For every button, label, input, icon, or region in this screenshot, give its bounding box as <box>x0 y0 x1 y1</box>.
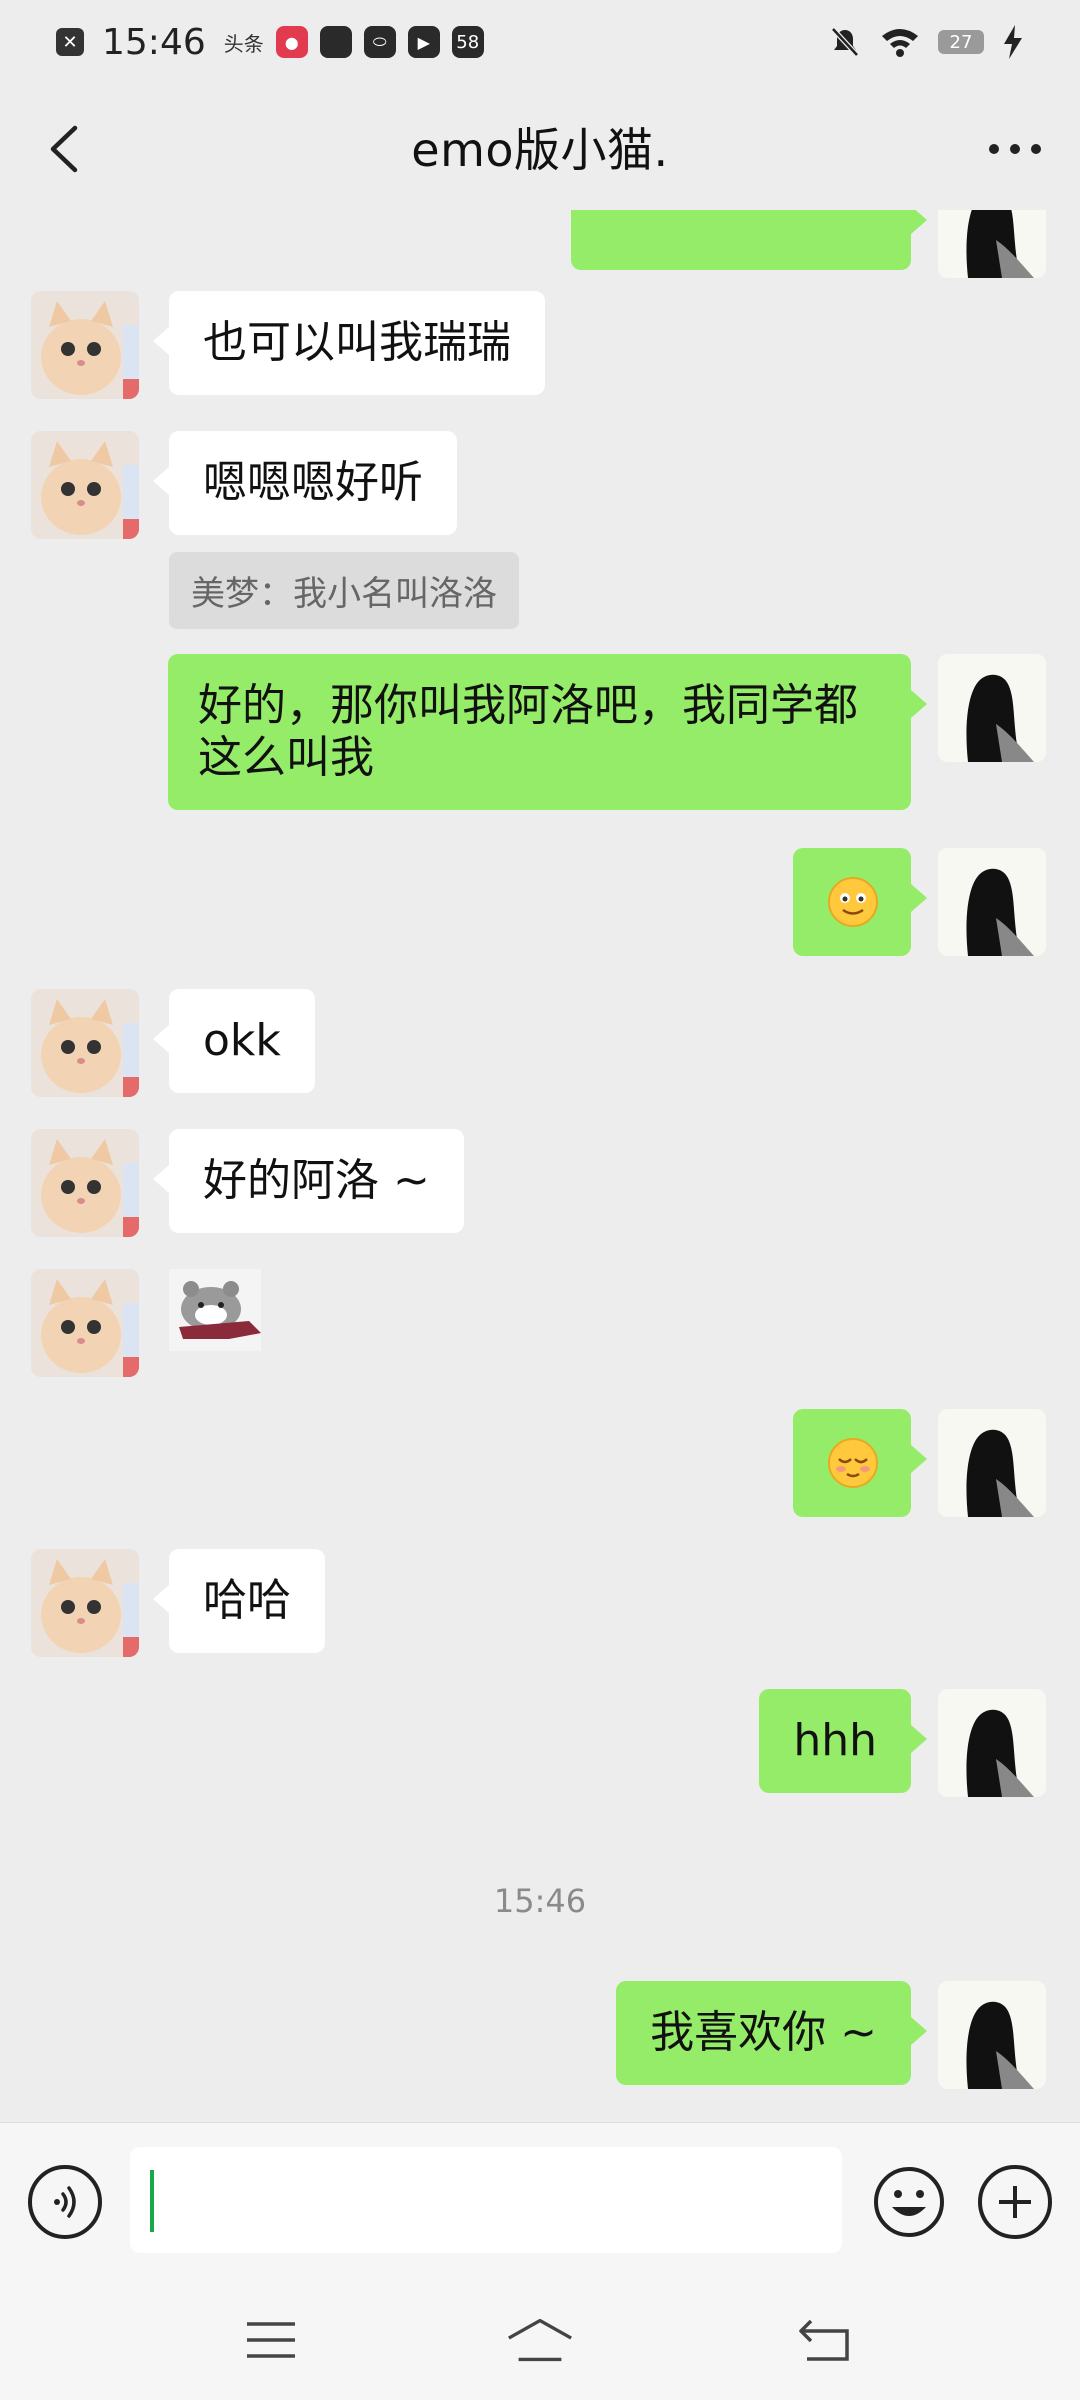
x-icon: ✕ <box>56 28 84 56</box>
smiley-icon <box>874 2167 944 2237</box>
girl-silhouette-icon <box>938 1981 1046 2089</box>
message-bubble-incoming[interactable]: 哈哈 <box>153 1549 325 1653</box>
square-icon <box>319 26 352 58</box>
cat-avatar-icon <box>31 1549 139 1657</box>
recent-apps-button[interactable] <box>236 2310 306 2370</box>
emoji-button[interactable] <box>872 2165 946 2239</box>
message-bubble-incoming[interactable]: 嗯嗯嗯好听 <box>153 431 457 535</box>
self-avatar[interactable] <box>938 210 1046 278</box>
input-bar <box>0 2122 1080 2281</box>
voice-icon <box>54 2186 76 2218</box>
chevron-left-icon <box>50 125 78 173</box>
girl-silhouette-icon <box>938 1409 1046 1517</box>
contact-avatar[interactable] <box>31 291 139 399</box>
girl-silhouette-icon <box>938 848 1046 956</box>
girl-silhouette-icon <box>938 210 1046 278</box>
message-bubble-outgoing[interactable]: 我喜欢你 ~ <box>616 1981 927 2085</box>
message-text-line: 这么叫我 <box>198 732 374 783</box>
girl-silhouette-icon <box>938 654 1046 762</box>
plus-icon <box>999 2186 1031 2218</box>
wifi-icon <box>882 29 918 57</box>
self-avatar[interactable] <box>938 1689 1046 1797</box>
system-nav-bar <box>0 2280 1080 2400</box>
cat-avatar-icon <box>31 989 139 1097</box>
hamster-sticker-icon <box>169 1269 261 1351</box>
cat-avatar-icon <box>31 1129 139 1237</box>
toutiao-icon: 头条 <box>223 31 264 56</box>
message-bubble-incoming[interactable]: okk <box>153 989 315 1093</box>
more-dots-icon <box>989 144 1041 154</box>
play-icon: ▶ <box>407 26 440 58</box>
contact-avatar[interactable] <box>31 1129 139 1237</box>
cat-avatar-icon <box>31 1269 139 1377</box>
more-options-button[interactable] <box>980 114 1050 184</box>
cat-avatar-icon <box>31 431 139 539</box>
chat-title: emo版小猫. <box>411 123 669 177</box>
message-input[interactable] <box>130 2147 842 2253</box>
message-bubble-outgoing[interactable]: hhh <box>759 1689 927 1793</box>
contact-avatar[interactable] <box>31 989 139 1097</box>
record-icon: ● <box>275 26 308 58</box>
text-caret <box>150 2170 154 2232</box>
relieved-emoji-icon <box>828 1438 878 1488</box>
self-avatar[interactable] <box>938 1981 1046 2089</box>
contact-avatar[interactable] <box>31 1549 139 1657</box>
charging-icon <box>1004 25 1022 59</box>
back-nav-button[interactable] <box>790 2310 860 2370</box>
mute-bell-icon <box>831 27 859 57</box>
status-bar: ✕ 15:46 头条 ● ⬭ ▶ 58 27 <box>0 0 1080 84</box>
voice-input-button[interactable] <box>28 2165 102 2239</box>
chat-header: emo版小猫. <box>0 84 1080 210</box>
menu-lines-icon <box>247 2322 295 2358</box>
message-bubble-incoming[interactable]: 也可以叫我瑞瑞 <box>153 291 545 395</box>
message-bubble-outgoing-partial[interactable] <box>571 210 927 270</box>
slight-smile-emoji-icon <box>828 877 878 927</box>
contact-avatar[interactable] <box>31 1269 139 1377</box>
message-bubble-outgoing-emoji[interactable] <box>793 1409 927 1517</box>
more-functions-button[interactable] <box>978 2165 1052 2239</box>
girl-silhouette-icon <box>938 1689 1046 1797</box>
message-list[interactable]: 也可以叫我瑞瑞 嗯嗯嗯好听 美梦：我小名叫洛洛 好的，那你叫我阿洛吧，我同学都 … <box>0 210 1080 2122</box>
message-bubble-outgoing-emoji[interactable] <box>793 848 927 956</box>
message-bubble-outgoing[interactable]: 好的，那你叫我阿洛吧，我同学都 这么叫我 <box>168 654 927 810</box>
status-time: 15:46 <box>102 21 206 63</box>
back-arrow-icon <box>799 2319 849 2361</box>
self-avatar[interactable] <box>938 848 1046 956</box>
home-button[interactable] <box>505 2310 575 2370</box>
cat-avatar-icon <box>31 291 139 399</box>
contact-avatar[interactable] <box>31 431 139 539</box>
back-button[interactable] <box>30 114 100 184</box>
home-icon <box>508 2318 572 2362</box>
message-timestamp: 15:46 <box>493 1882 587 1920</box>
battery-indicator: 27 <box>938 30 984 54</box>
quoted-message[interactable]: 美梦：我小名叫洛洛 <box>169 552 519 629</box>
message-bubble-incoming[interactable]: 好的阿洛 ~ <box>153 1129 464 1233</box>
leaf-icon: ⬭ <box>363 26 396 58</box>
message-text-line: 好的，那你叫我阿洛吧，我同学都 <box>198 680 858 731</box>
self-avatar[interactable] <box>938 1409 1046 1517</box>
app-58-icon: 58 <box>451 26 484 58</box>
hamster-sticker[interactable] <box>169 1269 261 1351</box>
self-avatar[interactable] <box>938 654 1046 762</box>
